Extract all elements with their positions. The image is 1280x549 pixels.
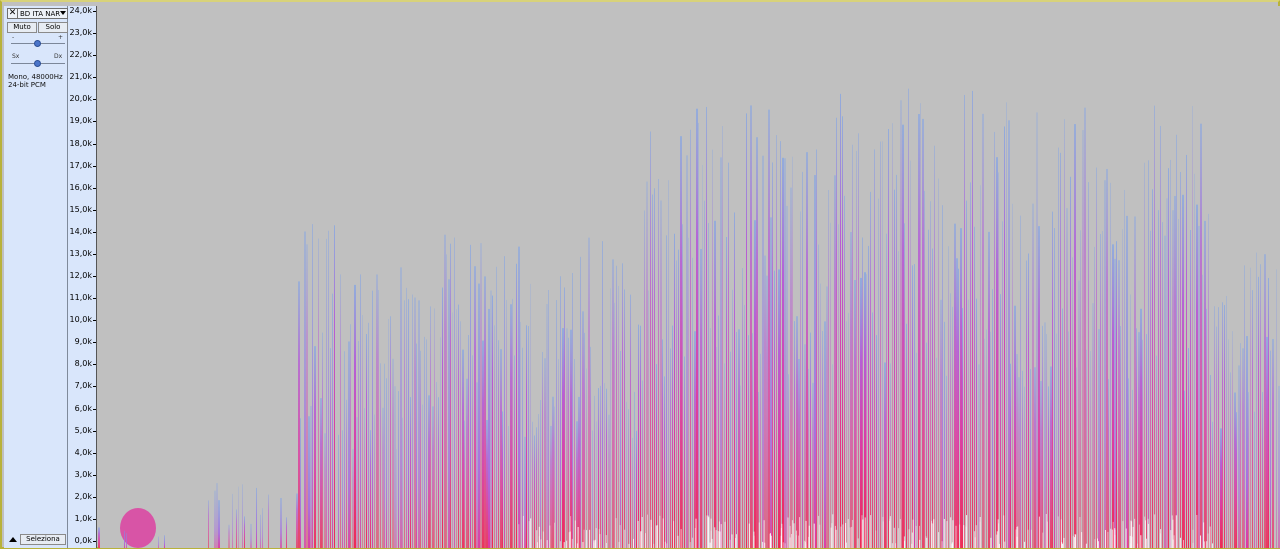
ruler-tick-mark [93, 518, 96, 520]
ruler-tick-mark [93, 298, 96, 300]
spectrogram-view[interactable] [98, 6, 1280, 548]
ruler-tick-label: 10,0k [69, 315, 92, 325]
ruler-tick-label: 11,0k [69, 293, 92, 303]
ruler-tick-label: 19,0k [69, 116, 92, 126]
solo-button[interactable]: Solo [38, 22, 68, 33]
track-control-panel: ✕ BD ITA NAR Muto Solo - + Sx Dx Mono, 4… [4, 6, 68, 548]
ruler-tick-mark [93, 364, 96, 366]
ruler-tick-mark [93, 121, 96, 123]
gain-minus-label: - [12, 34, 15, 41]
mute-solo-row: Muto Solo [7, 22, 68, 33]
close-icon[interactable]: ✕ [7, 8, 18, 19]
ruler-tick-mark [93, 209, 96, 211]
ruler-tick-label: 3,0k [74, 469, 92, 479]
ruler-tick-label: 20,0k [69, 94, 92, 104]
ruler-tick-label: 12,0k [69, 271, 92, 280]
frequency-ruler: 24,0k 23,0k 22,0k 21,0k 20,0k 19,0k 18,0k 17,0k… [68, 6, 97, 548]
chevron-down-icon [60, 11, 66, 15]
track-name-menu[interactable]: BD ITA NAR [18, 8, 68, 19]
pan-slider-thumb[interactable] [34, 60, 41, 67]
ruler-tick-label: 15,0k [69, 204, 92, 214]
ruler-tick-mark [93, 11, 96, 12]
ruler-tick-label: 1,0k [74, 513, 92, 523]
pan-right-label: Dx [54, 53, 63, 60]
ruler-tick-mark [93, 99, 96, 101]
ruler-tick-mark [93, 474, 96, 476]
ruler-tick-mark [93, 541, 96, 542]
ruler-tick-label: 0,0k [74, 536, 92, 545]
ruler-tick-mark [93, 231, 96, 233]
track-header: ✕ BD ITA NAR [7, 8, 68, 19]
ruler-tick-label: 14,0k [69, 226, 92, 236]
ruler-tick-label: 22,0k [69, 50, 92, 60]
ruler-tick-label: 24,0k [69, 6, 92, 15]
ruler-tick-mark [93, 77, 96, 79]
ruler-tick-label: 5,0k [74, 425, 92, 435]
ruler-tick-mark [93, 408, 96, 410]
track-name-label: BD ITA NAR [20, 10, 61, 18]
ruler-tick-mark [93, 276, 96, 277]
ruler-tick-label: 7,0k [74, 381, 92, 391]
ruler-tick-mark [93, 320, 96, 322]
collapse-up-icon[interactable] [7, 535, 18, 544]
format-rate: Mono, 48000Hz [8, 73, 63, 81]
ruler-tick-mark [93, 342, 96, 344]
ruler-tick-label: 17,0k [69, 160, 92, 170]
ruler-tick-label: 16,0k [69, 182, 92, 192]
spectrogram-canvas [98, 88, 1280, 548]
ruler-tick-mark [93, 253, 96, 255]
format-bitdepth: 24-bit PCM [8, 81, 46, 89]
ruler-tick-mark [93, 165, 96, 167]
ruler-tick-label: 8,0k [74, 359, 92, 369]
ruler-tick-mark [93, 55, 96, 57]
gain-plus-label: + [58, 34, 64, 41]
audio-track-window: ✕ BD ITA NAR Muto Solo - + Sx Dx Mono, 4… [0, 0, 1280, 549]
ruler-tick-label: 2,0k [74, 491, 92, 501]
select-button[interactable]: Seleziona [20, 534, 66, 545]
ruler-tick-mark [93, 452, 96, 454]
mute-button[interactable]: Muto [7, 22, 37, 33]
ruler-tick-mark [93, 33, 96, 35]
ruler-tick-mark [93, 430, 96, 432]
ruler-tick-mark [93, 187, 96, 189]
pan-left-label: Sx [12, 53, 20, 60]
ruler-tick-label: 4,0k [74, 447, 92, 457]
ruler-tick-mark [93, 143, 96, 145]
ruler-tick-mark [93, 496, 96, 498]
gain-slider-thumb[interactable] [34, 40, 41, 47]
ruler-tick-label: 18,0k [69, 138, 92, 148]
ruler-tick-label: 6,0k [74, 403, 92, 413]
ruler-tick-mark [93, 386, 96, 388]
ruler-tick-label: 21,0k [69, 72, 92, 82]
ruler-tick-label: 13,0k [69, 248, 92, 258]
ruler-tick-label: 23,0k [69, 28, 92, 38]
ruler-tick-label: 9,0k [74, 337, 92, 347]
